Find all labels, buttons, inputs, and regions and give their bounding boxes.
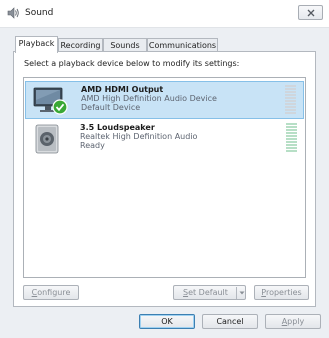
- set-default-button[interactable]: Set Default: [173, 285, 246, 300]
- configure-button[interactable]: Configure: [23, 285, 79, 300]
- device-description: Realtek High Definition Audio: [80, 132, 198, 141]
- speaker-icon: [35, 124, 59, 154]
- tab-playback[interactable]: Playback: [15, 36, 58, 53]
- speaker-app-icon: [7, 7, 19, 19]
- device-name: 3.5 Loudspeaker: [80, 123, 155, 132]
- device-description: AMD High Definition Audio Device: [81, 94, 217, 103]
- device-item-loudspeaker[interactable]: 3.5 Loudspeaker Realtek High Definition …: [25, 120, 304, 158]
- properties-button[interactable]: Properties: [254, 285, 309, 300]
- playback-panel: Select a playback device below to modify…: [13, 51, 316, 307]
- apply-button[interactable]: Apply: [265, 314, 321, 329]
- volume-meter: [286, 123, 297, 153]
- cancel-button[interactable]: Cancel: [202, 314, 258, 329]
- chevron-down-icon[interactable]: [236, 287, 246, 299]
- sound-dialog: Sound Playback Recording Sounds Communic…: [0, 0, 329, 338]
- monitor-icon: [33, 87, 68, 115]
- device-name: AMD HDMI Output: [81, 85, 164, 94]
- window-title: Sound: [25, 8, 54, 18]
- close-button[interactable]: [298, 5, 323, 20]
- title-bar[interactable]: Sound: [0, 0, 329, 28]
- ok-button[interactable]: OK: [139, 314, 195, 329]
- tab-recording[interactable]: Recording: [58, 38, 103, 52]
- default-check-icon: [52, 99, 68, 115]
- device-status: Ready: [80, 141, 105, 150]
- device-status: Default Device: [81, 103, 141, 112]
- volume-meter: [285, 85, 296, 115]
- device-item-amd-hdmi[interactable]: AMD HDMI Output AMD High Definition Audi…: [25, 81, 304, 119]
- device-list[interactable]: AMD HDMI Output AMD High Definition Audi…: [23, 77, 306, 278]
- tab-sounds[interactable]: Sounds: [103, 38, 147, 52]
- instruction-text: Select a playback device below to modify…: [24, 59, 240, 68]
- tab-communications[interactable]: Communications: [147, 38, 218, 52]
- close-icon: [307, 9, 315, 17]
